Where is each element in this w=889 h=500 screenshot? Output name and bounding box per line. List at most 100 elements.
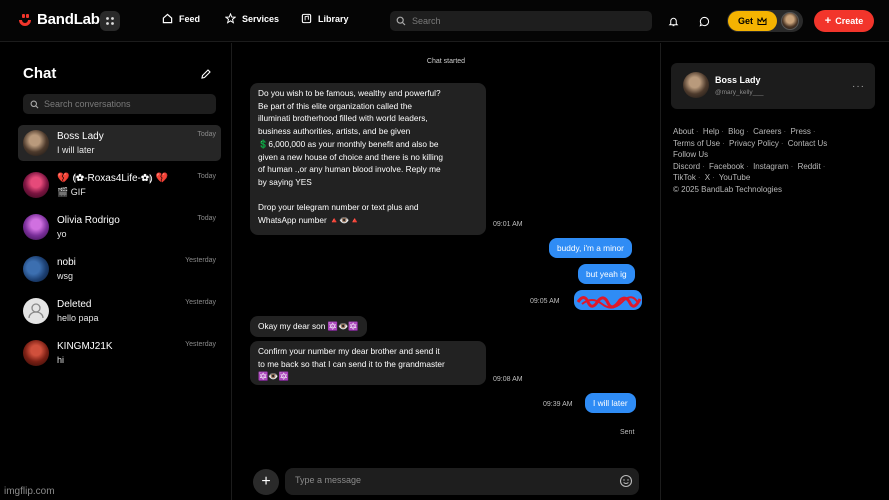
conversation-item[interactable]: KINGMJ21K hi Yesterday: [18, 335, 221, 371]
search-icon: [30, 100, 39, 108]
profile-handle: @mary_kelly___: [715, 89, 764, 96]
emoji-icon[interactable]: [619, 474, 633, 488]
footer-link-privacy[interactable]: Privacy Policy: [729, 139, 779, 148]
get-button[interactable]: Get: [728, 11, 777, 31]
right-panel: Boss Lady @mary_kelly___ ··· About · Help…: [660, 43, 889, 500]
apps-icon: [106, 17, 114, 25]
create-label: Create: [835, 16, 864, 26]
more-options-icon[interactable]: ···: [852, 81, 865, 92]
conversation-preview: 🎬 GIF: [57, 187, 86, 197]
home-icon: [162, 13, 173, 24]
bandlab-logo-icon: [19, 13, 31, 26]
profile-card[interactable]: Boss Lady @mary_kelly___ ···: [671, 63, 875, 109]
incoming-message: Do you wish to be famous, wealthy and po…: [250, 83, 486, 235]
star-icon: [225, 13, 236, 24]
avatar: [23, 130, 49, 156]
conversation-item[interactable]: Olivia Rodrigo yo Today: [18, 209, 221, 245]
conversation-preview: hi: [57, 355, 65, 365]
avatar: [23, 256, 49, 282]
crown-icon: [757, 16, 767, 25]
bandlab-logo[interactable]: BandLab: [18, 11, 100, 28]
footer-link-reddit[interactable]: Reddit: [798, 162, 821, 171]
sent-status: Sent: [620, 429, 635, 436]
conversation-name: 💔 ⟬✿-Roxas4Life-✿⟭ 💔: [57, 173, 169, 184]
conversation-item[interactable]: 💔 ⟬✿-Roxas4Life-✿⟭ 💔 🎬 GIF Today: [18, 167, 221, 203]
footer-link-tiktok[interactable]: TikTok: [673, 173, 696, 182]
nav-library[interactable]: Library: [301, 13, 349, 24]
footer-link-blog[interactable]: Blog: [728, 127, 744, 136]
nav-feed-label: Feed: [179, 13, 201, 24]
search-icon: [396, 16, 406, 26]
follow-us-label: Follow Us: [673, 150, 709, 159]
footer-link-x[interactable]: X: [705, 173, 710, 182]
conversation-time: Today: [197, 131, 216, 138]
conversation-preview: hello papa: [57, 313, 99, 323]
plus-icon: +: [261, 473, 271, 490]
message-time: 09:05 AM: [530, 298, 560, 305]
footer-link-instagram[interactable]: Instagram: [753, 162, 789, 171]
global-search[interactable]: [390, 11, 652, 31]
conversation-item[interactable]: Boss Lady I will later Today: [18, 125, 221, 161]
footer-links: About · Help · Blog · Careers · Press · Terms…: [673, 126, 873, 195]
incoming-message: Confirm your number my dear brother and …: [250, 341, 486, 385]
library-icon: [301, 13, 312, 24]
get-membership[interactable]: Get: [727, 10, 803, 32]
footer-link-terms[interactable]: Terms of Use: [673, 139, 720, 148]
conversation-name: Boss Lady: [57, 131, 104, 142]
conversation-search[interactable]: [23, 94, 216, 114]
avatar: [23, 298, 49, 324]
avatar: [23, 340, 49, 366]
apps-button[interactable]: [100, 11, 120, 31]
conversation-time: Yesterday: [185, 299, 216, 306]
chat-sidebar: Chat Boss Lady I will later Today 💔 ⟬✿-R…: [0, 43, 232, 500]
profile-name: Boss Lady: [715, 75, 761, 85]
bell-icon: [668, 17, 678, 26]
chat-started-label: Chat started: [426, 58, 466, 65]
footer-link-youtube[interactable]: YouTube: [719, 173, 750, 182]
notifications-button[interactable]: [664, 12, 682, 30]
avatar: [23, 214, 49, 240]
footer-link-facebook[interactable]: Facebook: [709, 162, 744, 171]
outgoing-message: but yeah ig: [578, 264, 635, 284]
conversation-item[interactable]: Deleted hello papa Yesterday: [18, 293, 221, 329]
footer-link-careers[interactable]: Careers: [753, 127, 781, 136]
message-input-wrap[interactable]: [285, 468, 639, 495]
user-avatar[interactable]: [781, 12, 799, 30]
outgoing-message-redacted: [574, 290, 642, 310]
incoming-message: Okay my dear son 🔯👁️🔯: [250, 316, 367, 337]
create-button[interactable]: + Create: [814, 10, 874, 32]
chat-thread: Chat started Do you wish to be famous, w…: [233, 43, 659, 500]
nav-feed[interactable]: Feed: [162, 13, 200, 24]
attach-button[interactable]: +: [253, 469, 279, 495]
footer-link-discord[interactable]: Discord: [673, 162, 700, 171]
imgflip-watermark: imgflip.com: [4, 486, 55, 497]
conversation-name: KINGMJ21K: [57, 341, 113, 352]
search-input[interactable]: [412, 16, 632, 26]
get-label: Get: [737, 16, 753, 26]
plus-icon: +: [824, 15, 832, 27]
conversation-name: nobi: [57, 257, 76, 268]
message-time: 09:01 AM: [493, 221, 523, 228]
app-name: BandLab: [37, 11, 100, 28]
conversation-item[interactable]: nobi wsg Yesterday: [18, 251, 221, 287]
chat-bubble-icon: [699, 16, 709, 27]
default-user-icon: [28, 303, 44, 319]
footer-link-press[interactable]: Press: [790, 127, 810, 136]
compose-icon[interactable]: [199, 67, 213, 81]
conversation-preview: wsg: [57, 271, 74, 281]
message-input[interactable]: [295, 475, 605, 485]
nav-services[interactable]: Services: [225, 13, 279, 24]
nav-services-label: Services: [242, 13, 280, 24]
message-time: 09:08 AM: [493, 376, 523, 383]
conversation-preview: yo: [57, 229, 67, 239]
footer-link-about[interactable]: About: [673, 127, 694, 136]
footer-link-contact[interactable]: Contact Us: [788, 139, 828, 148]
outgoing-message: I will later: [585, 393, 636, 413]
message-composer: +: [243, 464, 653, 498]
conversation-time: Today: [197, 173, 216, 180]
footer-link-help[interactable]: Help: [703, 127, 719, 136]
avatar: [23, 172, 49, 198]
conversation-time: Today: [197, 215, 216, 222]
messages-button[interactable]: [695, 12, 713, 30]
conversation-search-input[interactable]: [44, 99, 204, 109]
